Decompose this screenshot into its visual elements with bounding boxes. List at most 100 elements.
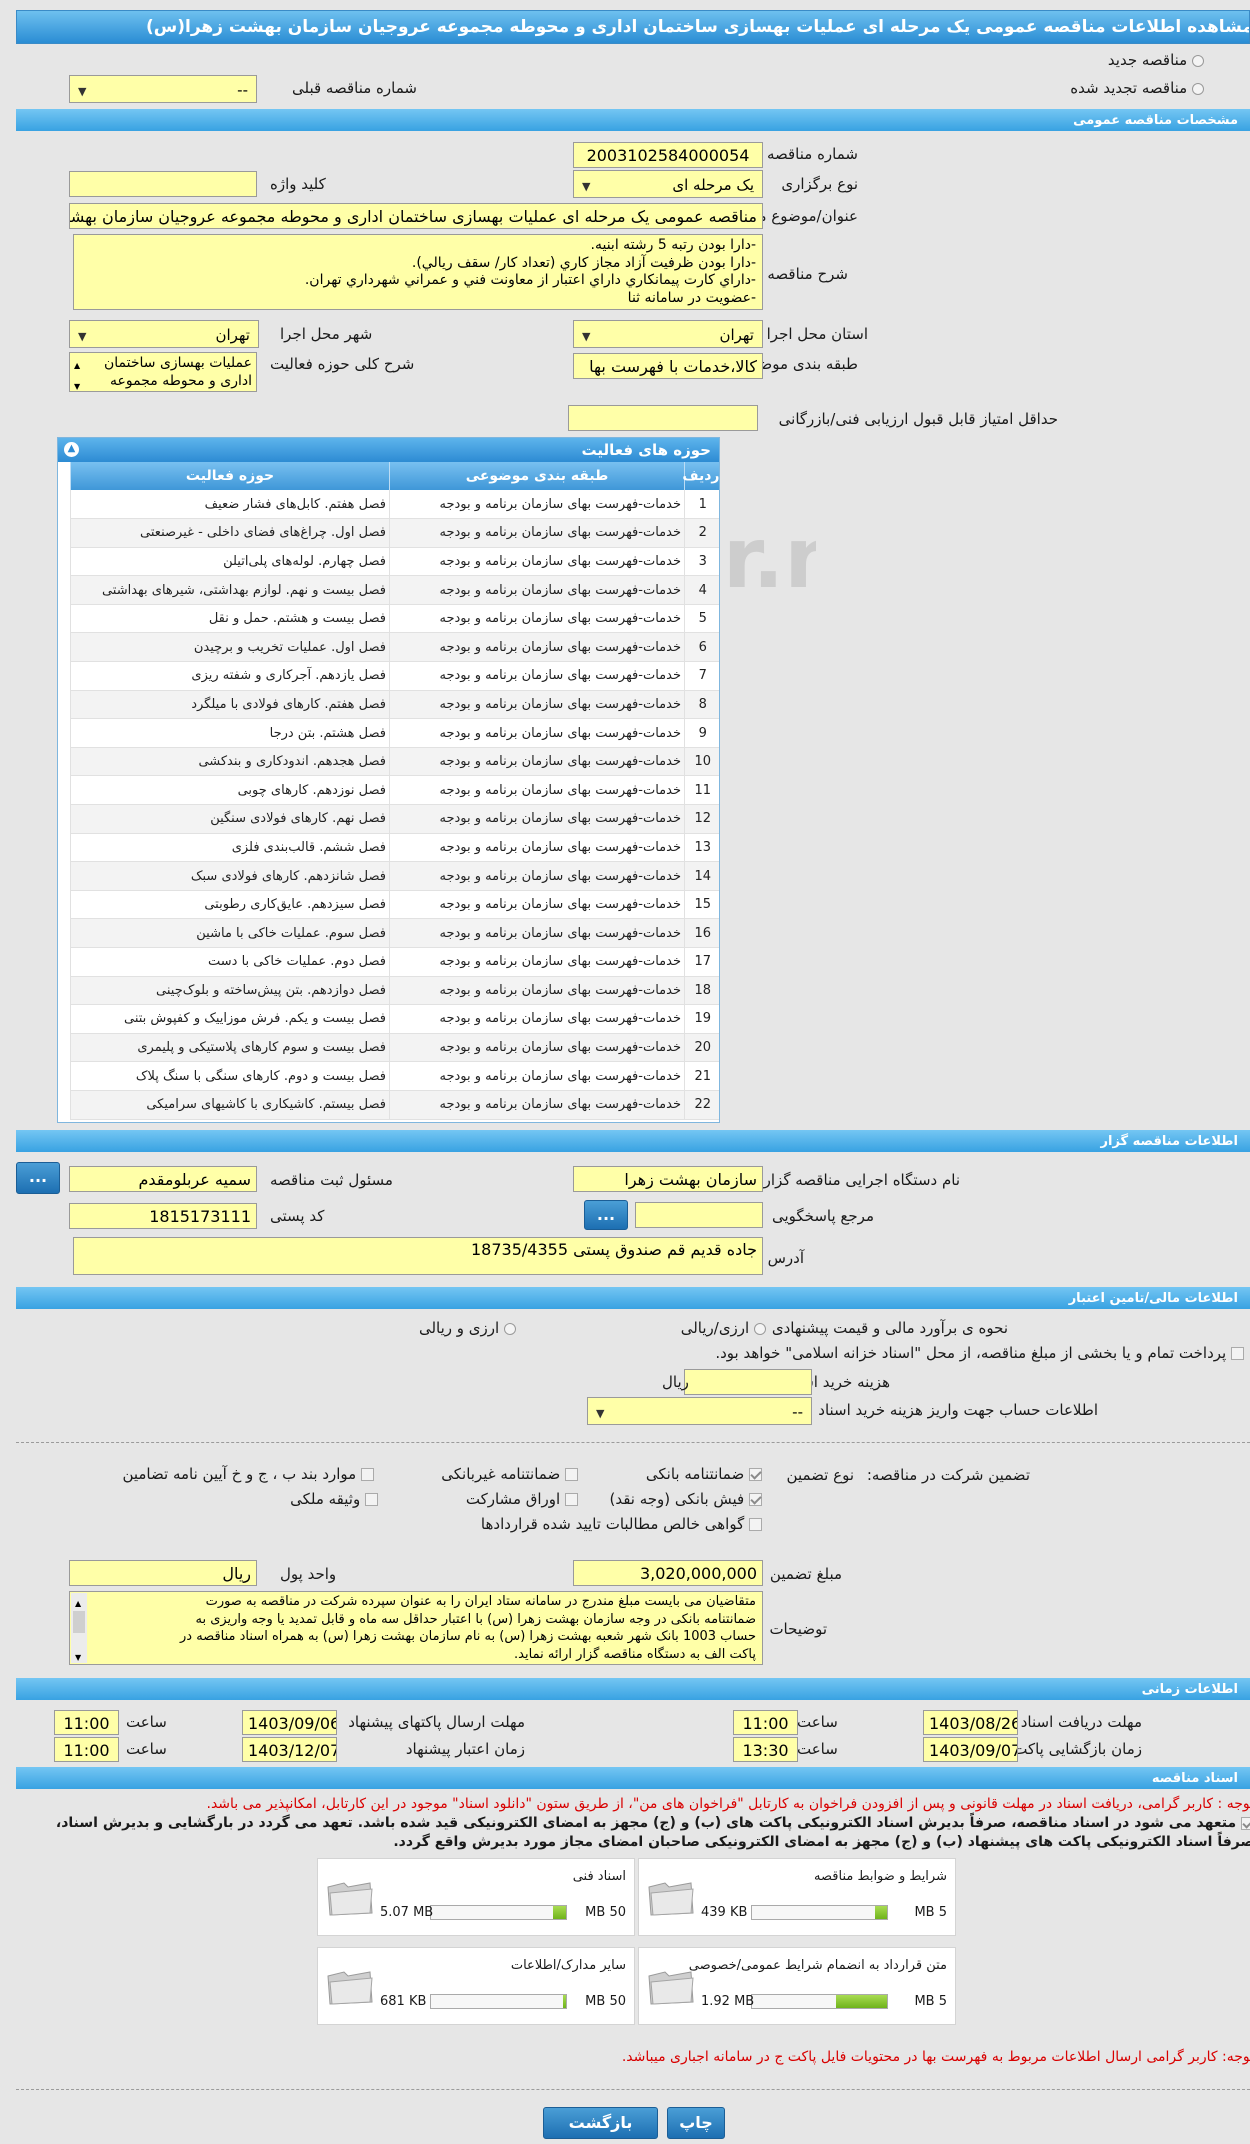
- currency-field[interactable]: ریال: [69, 1560, 257, 1586]
- treasury-checkbox[interactable]: [1231, 1347, 1244, 1360]
- postal-field[interactable]: 1815173111: [69, 1203, 257, 1229]
- radio-rial-icon[interactable]: [754, 1322, 766, 1335]
- radio-renewed-icon[interactable]: [1192, 82, 1204, 95]
- table-row: 17 خدمات-فهرست بهای سازمان برنامه و بودجه…: [70, 947, 719, 977]
- valid-time-label: ساعت: [126, 1740, 167, 1758]
- chevron-down-icon: ▼: [78, 85, 87, 98]
- check-clause-icon[interactable]: [361, 1468, 374, 1481]
- opt-clause-guarantee[interactable]: موارد بند ب ، ج و خ آیین نامه تضامین: [122, 1465, 374, 1483]
- opt-bonds-guarantee[interactable]: اوراق مشارکت: [466, 1490, 578, 1508]
- radio-fx-rial-option[interactable]: ارزی و ریالی: [419, 1319, 516, 1337]
- category-cell: خدمات-فهرست بهای سازمان برنامه و بودجه: [389, 604, 685, 634]
- send-time[interactable]: 11:00: [54, 1710, 119, 1735]
- keyword-input[interactable]: [69, 171, 257, 197]
- description-area[interactable]: -دارا بودن رتبه 5 رشته ابنيه. -دارا بودن…: [73, 234, 763, 310]
- open-date[interactable]: 1403/09/07: [923, 1737, 1018, 1762]
- check-property-icon[interactable]: [365, 1493, 378, 1506]
- opt-check-guarantee[interactable]: فیش بانکی (وجه نقد): [609, 1490, 762, 1508]
- category-cell: خدمات-فهرست بهای سازمان برنامه و بودجه: [389, 718, 685, 748]
- file-box[interactable]: متن قرارداد به انضمام شرایط عمومی/خصوصی 5…: [638, 1947, 956, 2025]
- guarantee-label: تضمین شرکت در مناقصه:: [866, 1466, 1030, 1484]
- ref-field[interactable]: [635, 1202, 763, 1228]
- radio-renewed-tender[interactable]: مناقصه تجدید شده: [1070, 79, 1204, 97]
- row-number-cell: 14: [684, 861, 719, 891]
- check-claims-icon[interactable]: [749, 1518, 762, 1531]
- opt-bank-guarantee[interactable]: ضمانتنامه بانکی: [646, 1465, 762, 1483]
- activity-cell: فصل یازدهم. آجرکاری و شفته ریزی: [70, 661, 390, 691]
- amount-field[interactable]: 3,020,000,000: [573, 1560, 763, 1586]
- file-box[interactable]: اسناد فنی 50 MB 5.07 MB: [317, 1858, 635, 1936]
- check-nonbank-icon[interactable]: [565, 1468, 578, 1481]
- file-progress-fill: [552, 1906, 566, 1919]
- row-number-cell: 17: [684, 947, 719, 977]
- activity-cell: فصل اول. چراغ‌های فضای داخلی - غیرصنعتی: [70, 518, 390, 548]
- activity-cell: فصل سیزدهم. عایق‌کاری رطوبتی: [70, 890, 390, 920]
- check-bank-icon[interactable]: [749, 1468, 762, 1481]
- receive-time[interactable]: 11:00: [733, 1710, 798, 1735]
- estimate-label: نحوه ی برآورد مالی و قیمت پیشنهادی: [771, 1319, 1008, 1337]
- resp-more-button[interactable]: ...: [16, 1162, 60, 1194]
- check-cash-icon[interactable]: [749, 1493, 762, 1506]
- category-cell: خدمات-فهرست بهای سازمان برنامه و بودجه: [389, 1090, 685, 1120]
- file-progress-bar: [751, 1905, 888, 1920]
- notes-area[interactable]: متقاضیان می بایست مبلغ مندرج در سامانه س…: [69, 1591, 763, 1665]
- org-label: نام دستگاه اجرایی مناقصه گزار: [763, 1171, 960, 1189]
- resp-field[interactable]: سمیه عربلومقدم: [69, 1166, 257, 1192]
- collapse-icon[interactable]: ▲: [64, 442, 79, 457]
- doc-fee-input[interactable]: [684, 1369, 812, 1395]
- radio-fx-rial-icon[interactable]: [504, 1322, 516, 1335]
- back-button[interactable]: بازگشت: [543, 2107, 658, 2139]
- prev-number-select[interactable]: -- ▼: [69, 75, 257, 103]
- row-number-cell: 22: [684, 1090, 719, 1120]
- province-select[interactable]: تهران ▼: [573, 320, 763, 348]
- file-name: شرایط و ضوابط مناقصه: [814, 1869, 947, 1884]
- radio-new-icon[interactable]: [1192, 54, 1204, 67]
- org-field[interactable]: سازمان بهشت زهرا: [573, 1166, 763, 1192]
- currency-label: واحد پول: [280, 1565, 337, 1583]
- activity-cell: فصل بیست و نهم. لوازم بهداشتی، شیرهای به…: [70, 575, 390, 605]
- activity-cell: فصل سوم. عملیات خاکی با ماشین: [70, 918, 390, 948]
- address-field[interactable]: جاده قدیم قم صندوق پستی 18735/4355: [73, 1237, 763, 1275]
- file-max-size: 50 MB: [585, 1994, 626, 2009]
- radio-rial-option[interactable]: ارزی/ریالی: [681, 1319, 766, 1337]
- divider: [16, 1442, 1250, 1443]
- print-button[interactable]: چاپ: [667, 2107, 725, 2139]
- category-cell: خدمات-فهرست بهای سازمان برنامه و بودجه: [389, 518, 685, 548]
- file-box[interactable]: شرایط و ضوابط مناقصه 5 MB 439 KB: [638, 1858, 956, 1936]
- commitment-line-2: صرفاً اسناد الکترونیکی پاکت های پیشنهاد …: [393, 1834, 1250, 1850]
- valid-date[interactable]: 1403/12/07: [242, 1737, 337, 1762]
- radio-new-tender[interactable]: مناقصه جدید: [1108, 51, 1204, 69]
- scroll-down-icon[interactable]: ▼: [74, 378, 80, 391]
- valid-time[interactable]: 11:00: [54, 1737, 119, 1762]
- account-select[interactable]: -- ▼: [587, 1397, 812, 1425]
- tender-number-field[interactable]: 2003102584000054: [573, 142, 763, 168]
- city-select[interactable]: تهران ▼: [69, 320, 259, 348]
- treasury-note: پرداخت تمام و یا بخشی از مبلغ مناقصه، از…: [715, 1344, 1244, 1362]
- file-box[interactable]: سایر مدارک/اطلاعات 50 MB 681 KB: [317, 1947, 635, 2025]
- commitment-checkbox[interactable]: [1241, 1816, 1250, 1830]
- table-row: 10 خدمات-فهرست بهای سازمان برنامه و بودجه…: [70, 747, 719, 777]
- opt-property-guarantee[interactable]: وثیقه ملکی: [290, 1490, 378, 1508]
- holding-type-select[interactable]: یک مرحله ای ▼: [573, 170, 763, 198]
- notes-scrollbar[interactable]: ▲ ▼: [71, 1593, 87, 1663]
- opt-claims-guarantee[interactable]: گواهی خالص مطالبات تایید شده قراردادها: [481, 1515, 762, 1533]
- file-name: سایر مدارک/اطلاعات: [510, 1958, 626, 1973]
- activity-panel-header: حوزه های فعالیت ▲: [58, 438, 719, 462]
- receive-date[interactable]: 1403/08/26: [923, 1710, 1018, 1735]
- min-score-input[interactable]: [568, 405, 758, 431]
- check-bonds-icon[interactable]: [565, 1493, 578, 1506]
- description-label: شرح مناقصه: [767, 265, 848, 283]
- send-date[interactable]: 1403/09/06: [242, 1710, 337, 1735]
- scroll-down-icon[interactable]: ▼: [75, 1649, 81, 1664]
- scope-area[interactable]: عملیات بهسازی ساختمان اداری و محوطه مجمو…: [69, 352, 257, 392]
- ref-more-button[interactable]: ...: [584, 1200, 628, 1230]
- scroll-up-icon[interactable]: ▲: [75, 1595, 81, 1613]
- open-time[interactable]: 13:30: [733, 1737, 798, 1762]
- subject-field[interactable]: مناقصه عمومی یک مرحله ای عملیات بهسازی س…: [69, 203, 763, 229]
- divider: [16, 2089, 1250, 2090]
- scroll-up-icon[interactable]: ▲: [74, 357, 80, 375]
- row-number-cell: 15: [684, 890, 719, 920]
- category-field[interactable]: کالا،خدمات با فهرست بها: [573, 353, 763, 379]
- table-row: 11 خدمات-فهرست بهای سازمان برنامه و بودجه…: [70, 775, 719, 806]
- opt-nonbank-guarantee[interactable]: ضمانتنامه غیربانکی: [441, 1465, 578, 1483]
